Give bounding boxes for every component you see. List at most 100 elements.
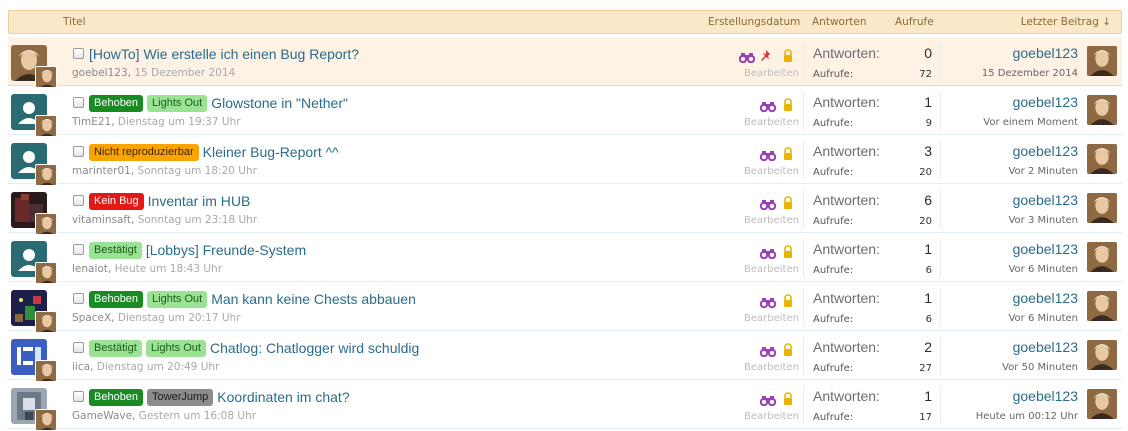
edit-link[interactable]: Bearbeiten xyxy=(744,215,799,226)
thread-select-checkbox[interactable] xyxy=(73,195,84,206)
thread-title-link[interactable]: [Lobbys] Freunde-System xyxy=(146,242,306,258)
thread-select-checkbox[interactable] xyxy=(73,146,84,157)
answers-count: 6 xyxy=(924,192,932,208)
last-poster-avatar[interactable] xyxy=(1087,144,1117,174)
thread-prefix[interactable]: Bestätigt xyxy=(89,339,142,357)
binoculars-icon[interactable] xyxy=(759,244,777,260)
thread-title-link[interactable]: Glowstone in "Nether" xyxy=(211,95,348,111)
thread-meta: goebel123, 15 Dezember 2014 xyxy=(72,67,235,79)
binoculars-icon[interactable] xyxy=(759,195,777,211)
thread-select-checkbox[interactable] xyxy=(73,342,84,353)
last-poster-link[interactable]: goebel123 xyxy=(1013,388,1078,404)
edit-link[interactable]: Bearbeiten xyxy=(744,117,799,128)
thread-prefix[interactable]: Behoben xyxy=(89,290,144,308)
binoculars-icon[interactable] xyxy=(759,146,777,162)
last-poster-mini-avatar[interactable] xyxy=(35,213,57,235)
column-divider xyxy=(940,288,941,326)
last-post-date[interactable]: Vor 3 Minuten xyxy=(1008,215,1078,226)
last-poster-link[interactable]: goebel123 xyxy=(1013,290,1078,306)
thread-prefix[interactable]: Lights Out xyxy=(147,94,208,112)
last-poster-mini-avatar[interactable] xyxy=(35,409,57,431)
thread-author-link[interactable]: goebel123 xyxy=(72,67,128,79)
last-poster-link[interactable]: goebel123 xyxy=(1013,192,1078,208)
views-count: 6 xyxy=(925,314,932,325)
last-poster-avatar[interactable] xyxy=(1087,340,1117,370)
binoculars-icon[interactable] xyxy=(759,293,777,309)
last-poster-link[interactable]: goebel123 xyxy=(1013,94,1078,110)
last-poster-mini-avatar[interactable] xyxy=(35,262,57,284)
thread-status-icons xyxy=(736,340,796,358)
thread-title-link[interactable]: Koordinaten im chat? xyxy=(217,389,349,405)
thread-select-checkbox[interactable] xyxy=(73,244,84,255)
thread-prefix[interactable]: Kein Bug xyxy=(89,192,144,210)
last-post-date[interactable]: Vor einem Moment xyxy=(983,117,1078,128)
thread-select-checkbox[interactable] xyxy=(73,391,84,402)
thread-title-link[interactable]: [HowTo] Wie erstelle ich einen Bug Repor… xyxy=(89,46,359,62)
last-post-date[interactable]: Vor 2 Minuten xyxy=(1008,166,1078,177)
last-post-date[interactable]: 15 Dezember 2014 xyxy=(982,68,1078,79)
answers-label: Antworten: xyxy=(813,339,880,355)
thread-prefix[interactable]: Lights Out xyxy=(147,290,208,308)
last-poster-link[interactable]: goebel123 xyxy=(1013,339,1078,355)
thread-meta: SpaceX, Dienstag um 20:17 Uhr xyxy=(72,312,241,324)
last-poster-avatar[interactable] xyxy=(1087,95,1117,125)
edit-link[interactable]: Bearbeiten xyxy=(744,411,799,422)
thread-author-link[interactable]: lenalot xyxy=(72,263,108,275)
last-post-date[interactable]: Vor 50 Minuten xyxy=(1002,362,1078,373)
answers-count: 2 xyxy=(924,339,932,355)
binoculars-icon[interactable] xyxy=(759,97,777,113)
thread-author-link[interactable]: SpaceX xyxy=(72,312,111,324)
lock-icon xyxy=(783,194,793,209)
sort-created[interactable]: Erstellungsdatum xyxy=(708,16,800,28)
last-poster-avatar[interactable] xyxy=(1087,291,1117,321)
sort-title[interactable]: Titel xyxy=(63,16,86,28)
last-poster-mini-avatar[interactable] xyxy=(35,115,57,137)
thread-prefix[interactable]: Lights Out xyxy=(145,339,206,357)
sort-views[interactable]: Aufrufe xyxy=(895,16,934,28)
thread-title-link[interactable]: Chatlog: Chatlogger wird schuldig xyxy=(210,340,419,356)
last-poster-link[interactable]: goebel123 xyxy=(1013,241,1078,257)
binoculars-icon[interactable] xyxy=(738,48,756,64)
binoculars-icon[interactable] xyxy=(759,391,777,407)
edit-link[interactable]: Bearbeiten xyxy=(744,313,799,324)
thread-prefix[interactable]: TowerJump xyxy=(147,388,214,406)
last-post-date[interactable]: Vor 6 Minuten xyxy=(1008,313,1078,324)
thread-author-link[interactable]: marinter01 xyxy=(72,165,131,177)
last-poster-avatar[interactable] xyxy=(1087,389,1117,419)
last-poster-mini-avatar[interactable] xyxy=(35,360,57,382)
meta-separator: , xyxy=(111,116,118,128)
thread-prefix[interactable]: Behoben xyxy=(89,94,144,112)
last-post-date[interactable]: Vor 6 Minuten xyxy=(1008,264,1078,275)
last-poster-mini-avatar[interactable] xyxy=(35,66,57,88)
thread-author-link[interactable]: vitaminsaft xyxy=(72,214,131,226)
thread-prefix[interactable]: Nicht reproduzierbar xyxy=(89,143,199,161)
last-poster-mini-avatar[interactable] xyxy=(35,311,57,333)
thread-title-link[interactable]: Man kann keine Chests abbauen xyxy=(211,291,416,307)
thread-author-link[interactable]: TimE21 xyxy=(72,116,111,128)
views-count: 27 xyxy=(919,363,932,374)
last-poster-link[interactable]: goebel123 xyxy=(1013,45,1078,61)
last-poster-avatar[interactable] xyxy=(1087,46,1117,76)
edit-link[interactable]: Bearbeiten xyxy=(744,362,799,373)
thread-select-checkbox[interactable] xyxy=(73,48,84,59)
thread-title-link[interactable]: Kleiner Bug-Report ^^ xyxy=(203,144,339,160)
thread-select-checkbox[interactable] xyxy=(73,293,84,304)
last-post-date[interactable]: Heute um 00:12 Uhr xyxy=(976,411,1078,422)
thread-author-link[interactable]: iica xyxy=(72,361,90,373)
thread-title-link[interactable]: Inventar im HUB xyxy=(148,193,251,209)
answers-count: 3 xyxy=(924,143,932,159)
last-poster-link[interactable]: goebel123 xyxy=(1013,143,1078,159)
sort-last-post[interactable]: Letzter Beitrag ↓ xyxy=(1021,16,1111,28)
edit-link[interactable]: Bearbeiten xyxy=(744,264,799,275)
thread-prefix[interactable]: Bestätigt xyxy=(89,241,142,259)
thread-author-link[interactable]: GameWave xyxy=(72,410,132,422)
last-poster-avatar[interactable] xyxy=(1087,242,1117,272)
edit-link[interactable]: Bearbeiten xyxy=(744,68,799,79)
sort-answers[interactable]: Antworten xyxy=(812,16,867,28)
edit-link[interactable]: Bearbeiten xyxy=(744,166,799,177)
last-poster-avatar[interactable] xyxy=(1087,193,1117,223)
thread-select-checkbox[interactable] xyxy=(73,97,84,108)
last-poster-mini-avatar[interactable] xyxy=(35,164,57,186)
thread-prefix[interactable]: Behoben xyxy=(89,388,144,406)
binoculars-icon[interactable] xyxy=(759,342,777,358)
